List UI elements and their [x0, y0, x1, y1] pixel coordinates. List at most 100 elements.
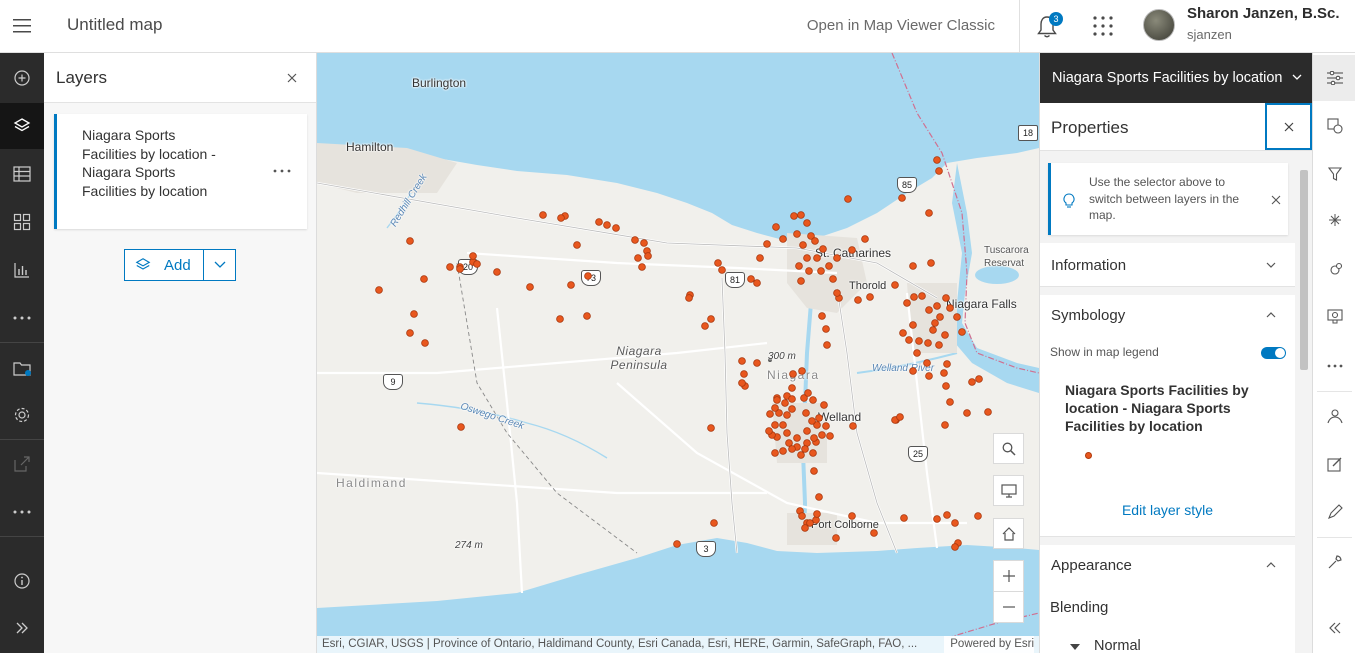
facility-point[interactable]: [905, 336, 913, 344]
facility-point[interactable]: [822, 422, 830, 430]
facility-point[interactable]: [909, 367, 917, 375]
facility-point[interactable]: [822, 325, 830, 333]
map-search-button[interactable]: [993, 433, 1024, 464]
facility-point[interactable]: [793, 230, 801, 238]
user-name[interactable]: Sharon Janzen, B.Sc.: [1187, 5, 1340, 22]
facility-point[interactable]: [801, 445, 809, 453]
facility-point[interactable]: [779, 447, 787, 455]
facility-point[interactable]: [446, 263, 454, 271]
facility-point[interactable]: [943, 360, 951, 368]
facility-point[interactable]: [710, 519, 718, 527]
facility-point[interactable]: [805, 267, 813, 275]
facility-point[interactable]: [788, 445, 796, 453]
facility-point[interactable]: [984, 408, 992, 416]
facility-point[interactable]: [953, 313, 961, 321]
facility-point[interactable]: [573, 241, 581, 249]
facility-point[interactable]: [802, 409, 810, 417]
facility-point[interactable]: [931, 319, 939, 327]
facility-point[interactable]: [771, 404, 779, 412]
facility-point[interactable]: [526, 283, 534, 291]
facility-point[interactable]: [583, 312, 591, 320]
facility-point[interactable]: [612, 224, 620, 232]
properties-rail-button[interactable]: [1313, 55, 1355, 101]
facility-point[interactable]: [958, 328, 966, 336]
symbology-title[interactable]: Symbology: [1051, 307, 1125, 324]
facility-point[interactable]: [747, 275, 755, 283]
facility-point[interactable]: [925, 372, 933, 380]
properties-scrollbar-thumb[interactable]: [1300, 170, 1308, 370]
facility-point[interactable]: [808, 417, 816, 425]
facility-point[interactable]: [820, 401, 828, 409]
facility-point[interactable]: [903, 299, 911, 307]
analysis-rail-button[interactable]: [1313, 539, 1355, 585]
facility-point[interactable]: [936, 313, 944, 321]
fullscreen-button[interactable]: [993, 475, 1024, 506]
facility-point[interactable]: [910, 293, 918, 301]
facility-point[interactable]: [810, 434, 818, 442]
facility-point[interactable]: [779, 421, 787, 429]
facility-point[interactable]: [797, 451, 805, 459]
facility-point[interactable]: [815, 414, 823, 422]
facility-point[interactable]: [943, 511, 951, 519]
facility-point[interactable]: [798, 367, 806, 375]
app-launcher-button[interactable]: [1091, 14, 1115, 38]
layers-rail-button[interactable]: [0, 103, 44, 149]
zoom-out-button[interactable]: [993, 591, 1024, 623]
layers-close-button[interactable]: [284, 70, 300, 86]
facility-point[interactable]: [406, 329, 414, 337]
facility-points-layer[interactable]: [317, 53, 1039, 653]
facility-point[interactable]: [714, 259, 722, 267]
facility-point[interactable]: [803, 254, 811, 262]
facility-point[interactable]: [456, 265, 464, 273]
facility-point[interactable]: [753, 359, 761, 367]
facility-point[interactable]: [891, 281, 899, 289]
facility-point[interactable]: [406, 237, 414, 245]
facility-point[interactable]: [809, 396, 817, 404]
facility-point[interactable]: [803, 219, 811, 227]
open-classic-link[interactable]: Open in Map Viewer Classic: [807, 17, 995, 34]
blending-mode-select[interactable]: Normal: [1094, 638, 1141, 653]
facility-point[interactable]: [410, 310, 418, 318]
facility-point[interactable]: [756, 254, 764, 262]
info-rail-button[interactable]: [0, 558, 44, 604]
save-rail-button[interactable]: [0, 345, 44, 391]
facility-point[interactable]: [951, 543, 959, 551]
facility-point[interactable]: [804, 389, 812, 397]
facility-point[interactable]: [941, 331, 949, 339]
edit-layer-style-link[interactable]: Edit layer style: [1040, 502, 1295, 518]
facility-point[interactable]: [375, 286, 383, 294]
facility-point[interactable]: [968, 378, 976, 386]
facility-point[interactable]: [631, 236, 639, 244]
facility-point[interactable]: [707, 315, 715, 323]
close-icon[interactable]: [1271, 195, 1281, 205]
more-rail-button-right[interactable]: [1313, 343, 1355, 389]
facility-point[interactable]: [933, 515, 941, 523]
facility-point[interactable]: [685, 294, 693, 302]
facility-point[interactable]: [457, 423, 465, 431]
facility-point[interactable]: [909, 321, 917, 329]
map-view[interactable]: Burlington Hamilton St. Catharines Thoro…: [317, 53, 1039, 653]
tables-rail-button[interactable]: [0, 151, 44, 197]
facility-point[interactable]: [818, 431, 826, 439]
facility-point[interactable]: [766, 410, 774, 418]
facility-point[interactable]: [473, 260, 481, 268]
properties-close-button[interactable]: [1265, 103, 1312, 150]
facility-point[interactable]: [823, 341, 831, 349]
edit-rail-button[interactable]: [1313, 489, 1355, 535]
facility-point[interactable]: [924, 339, 932, 347]
facility-point[interactable]: [899, 329, 907, 337]
facility-point[interactable]: [640, 239, 648, 247]
facility-point[interactable]: [942, 294, 950, 302]
information-section[interactable]: Information: [1040, 243, 1295, 287]
facility-point[interactable]: [946, 398, 954, 406]
facility-point[interactable]: [832, 534, 840, 542]
facility-point[interactable]: [799, 241, 807, 249]
chevron-up-icon[interactable]: [1266, 562, 1276, 568]
expand-rail-button[interactable]: [0, 605, 44, 651]
collapse-rail-button[interactable]: [1313, 605, 1355, 651]
facility-point[interactable]: [925, 209, 933, 217]
facility-point[interactable]: [779, 235, 787, 243]
facility-point[interactable]: [772, 223, 780, 231]
facility-point[interactable]: [833, 254, 841, 262]
popups-rail-button[interactable]: [1313, 247, 1355, 293]
